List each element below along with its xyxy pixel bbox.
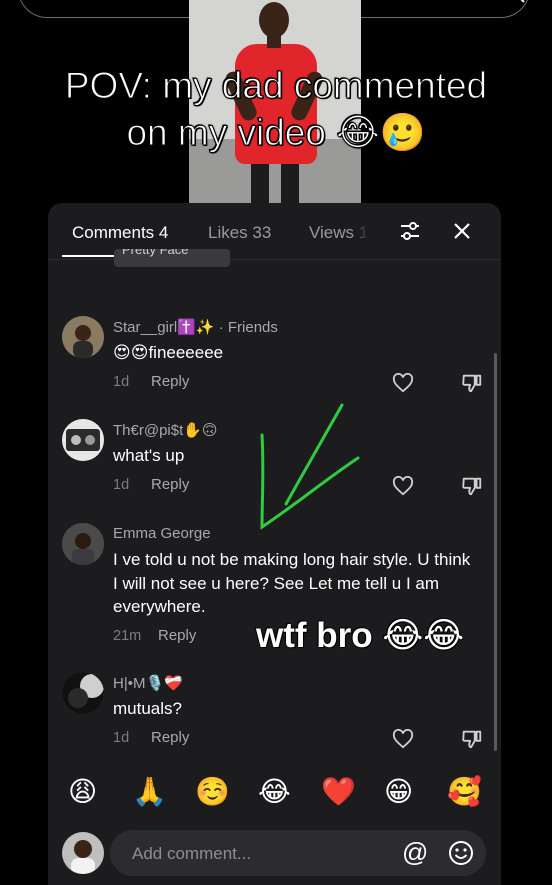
caption-line-2: on my video 😂🥲 xyxy=(126,112,426,154)
avatar[interactable] xyxy=(62,672,104,714)
comment-input[interactable] xyxy=(130,830,404,878)
heart-icon[interactable] xyxy=(392,476,414,496)
reply-button[interactable]: Reply xyxy=(158,627,196,644)
search-icon[interactable] xyxy=(508,0,526,6)
comment-input-container: @ xyxy=(110,830,486,878)
tab-comments[interactable]: Comments 4 xyxy=(72,223,168,243)
emoji-hearts-face[interactable]: 🥰 xyxy=(447,775,482,808)
emoji-quick-bar: 😩 🙏 ☺️ 😂 ❤️ 😁 🥰 xyxy=(48,775,501,825)
clipped-chip-label: Pretty Face xyxy=(122,249,189,257)
emoji-smiling[interactable]: ☺️ xyxy=(195,775,230,808)
clipped-sticker-chip: Pretty Face xyxy=(114,249,230,267)
emoji-pray[interactable]: 🙏 xyxy=(132,775,167,808)
comment-username[interactable]: H|•M🎙️❤️‍🩹 xyxy=(113,674,183,692)
emoji-weary[interactable]: 😩 xyxy=(68,775,97,808)
comment-username[interactable]: Th€r@pi$t✋🙃 xyxy=(113,421,218,439)
reply-button[interactable]: Reply xyxy=(151,373,189,390)
heart-icon[interactable] xyxy=(392,729,414,749)
comment-username[interactable]: Star__girl✝️✨ · Friends xyxy=(113,318,278,336)
tab-likes[interactable]: Likes 33 xyxy=(208,223,271,243)
my-avatar xyxy=(62,832,104,874)
caption-line-1: POV: my dad commented xyxy=(64,65,488,107)
comment-time: 21m xyxy=(113,628,142,644)
avatar[interactable] xyxy=(62,419,104,461)
heart-icon[interactable] xyxy=(392,373,414,393)
avatar[interactable] xyxy=(62,523,104,565)
comment-time: 1d xyxy=(113,730,130,746)
overlay-caption: wtf bro 😂😂 xyxy=(256,616,465,655)
mention-icon[interactable]: @ xyxy=(402,837,428,868)
avatar[interactable] xyxy=(62,316,104,358)
emoji-picker-icon[interactable] xyxy=(448,840,474,866)
emoji-heart[interactable]: ❤️ xyxy=(321,775,356,808)
dislike-icon[interactable] xyxy=(461,372,483,394)
comment-text: I ve told u not be making long hair styl… xyxy=(113,550,471,616)
reply-button[interactable]: Reply xyxy=(151,476,189,493)
close-icon[interactable] xyxy=(451,220,473,242)
comment-input-row: @ xyxy=(48,827,501,885)
emoji-joy[interactable]: 😂 xyxy=(258,775,291,808)
comment-text: what's up xyxy=(113,446,185,465)
video-caption: POV: my dad commented on my video 😂🥲 xyxy=(0,62,552,156)
comment-time: 1d xyxy=(113,477,130,493)
dislike-icon[interactable] xyxy=(461,728,483,750)
reply-button[interactable]: Reply xyxy=(151,729,189,746)
comment-text: mutuals? xyxy=(113,699,182,718)
tab-views[interactable]: Views 1 xyxy=(309,223,369,243)
dislike-icon[interactable] xyxy=(461,475,483,497)
emoji-grin[interactable]: 😁 xyxy=(384,775,413,808)
scrollbar[interactable] xyxy=(494,353,497,751)
comment-username[interactable]: Emma George xyxy=(113,525,211,542)
comment-text: 😍😍fineeeeee xyxy=(113,343,224,362)
filter-icon[interactable] xyxy=(398,219,422,243)
comment-time: 1d xyxy=(113,374,130,390)
comments-panel: Comments 4 Likes 33 Views 1 Pretty Face … xyxy=(48,203,501,885)
